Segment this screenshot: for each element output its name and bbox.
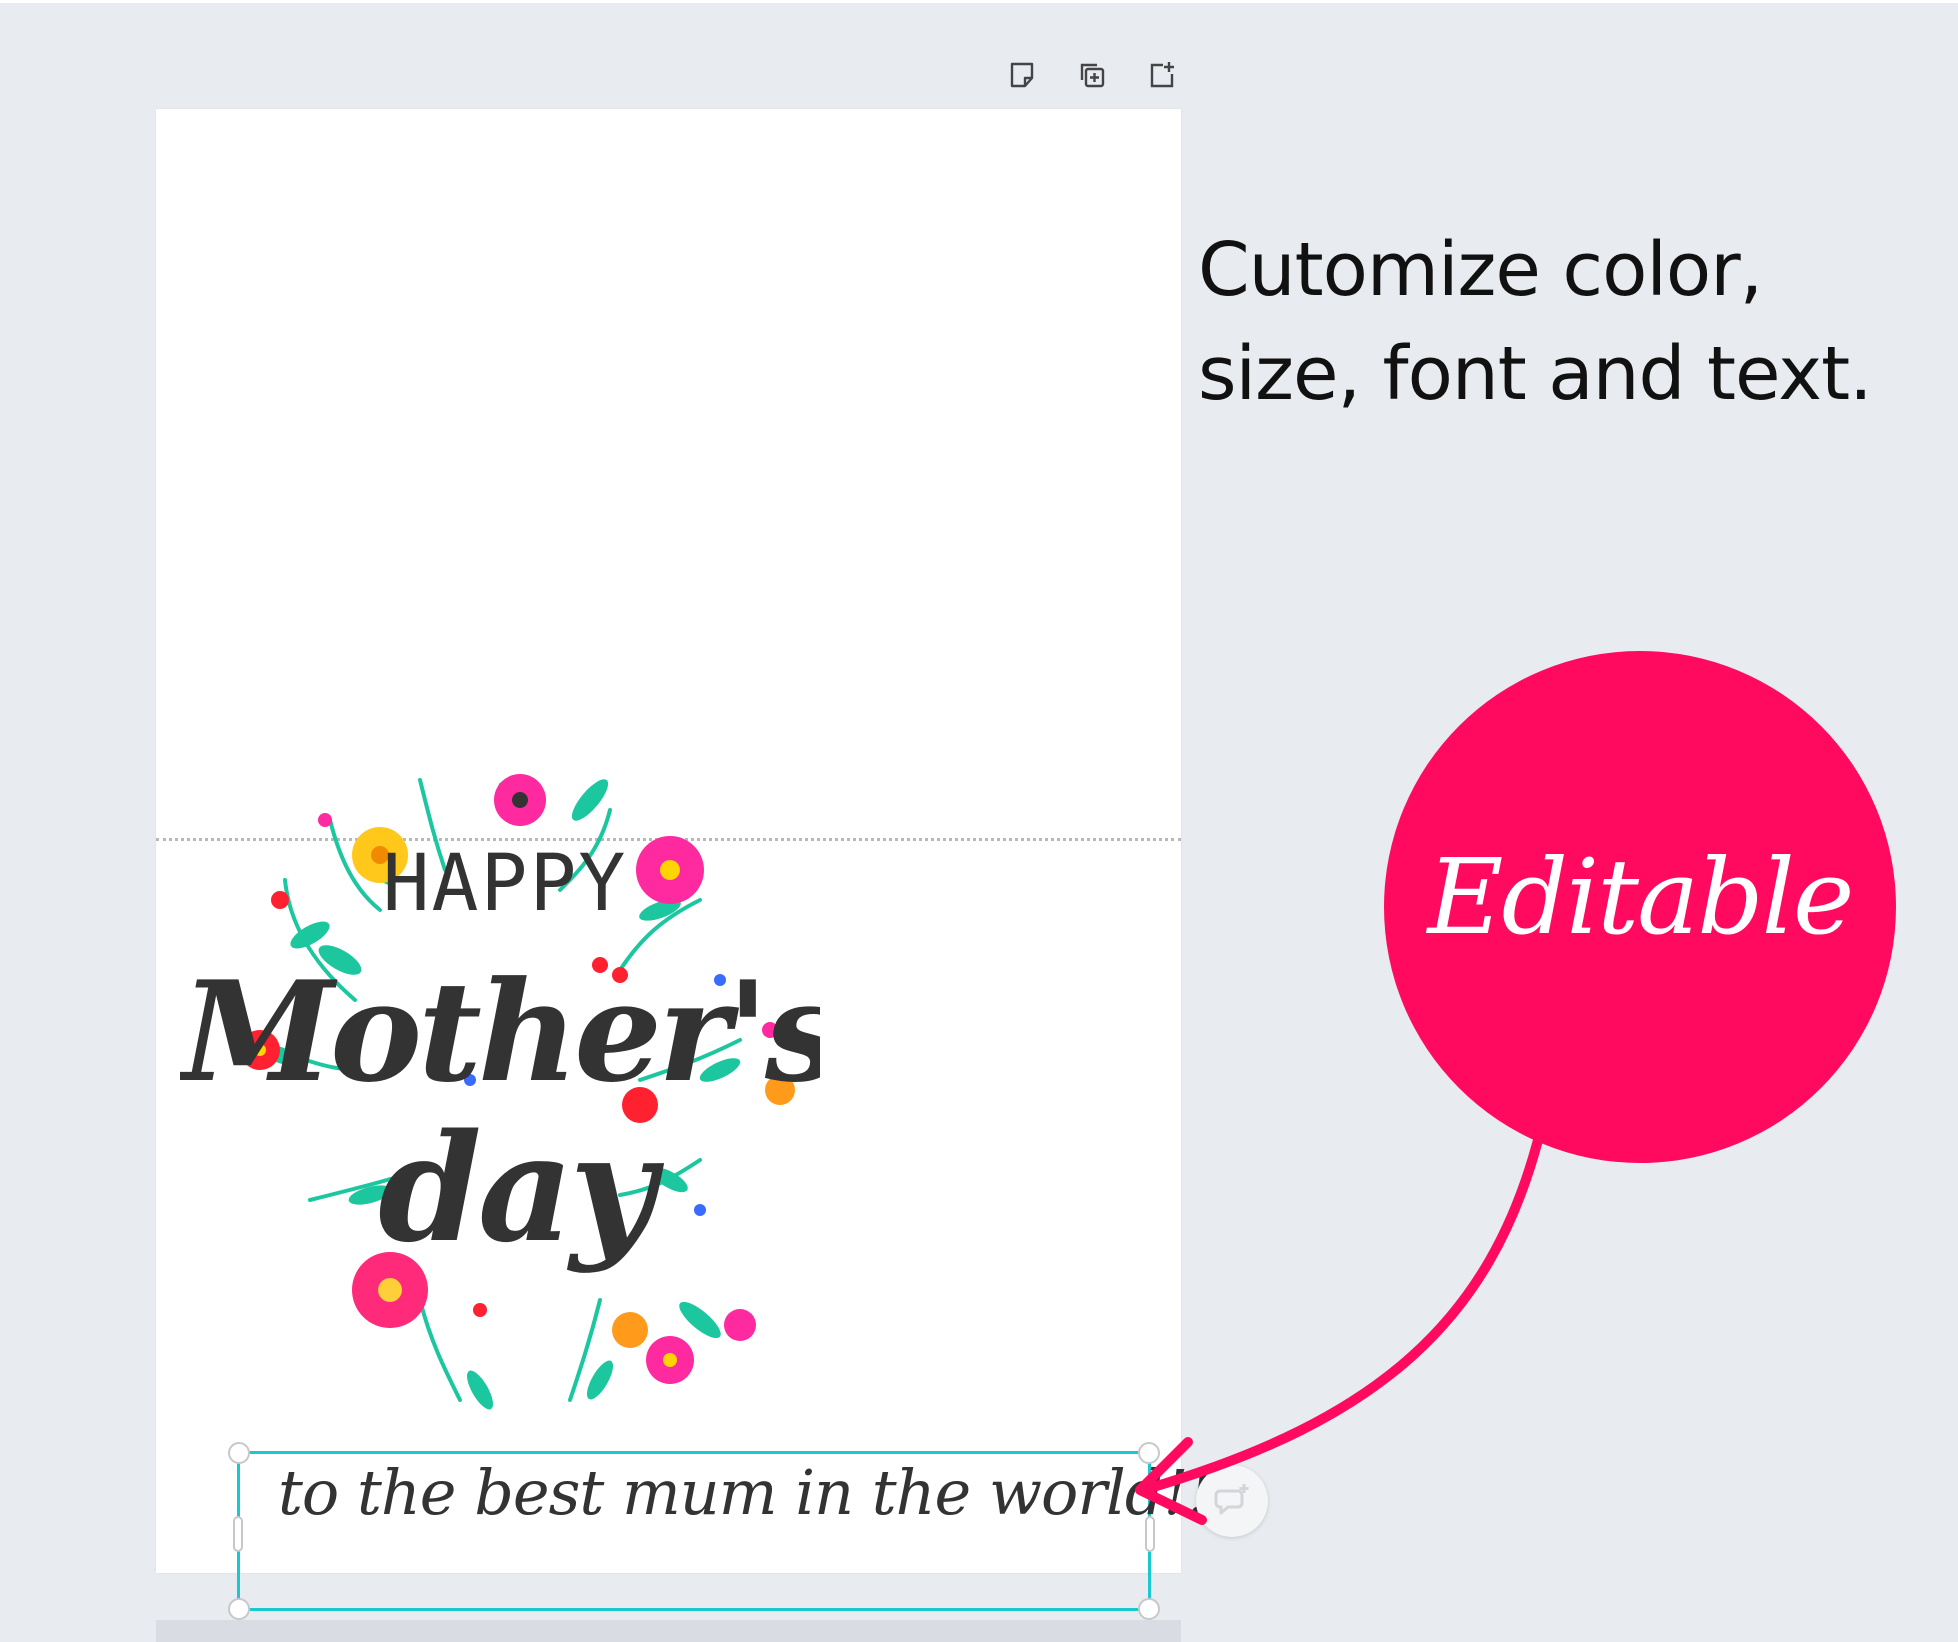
tagline-text[interactable]: to the best mum in the world!!! — [278, 1453, 1236, 1533]
instruction-text: Cutomize color, size, font and text. — [1198, 218, 1938, 426]
instruction-line-2: size, font and text. — [1198, 331, 1873, 417]
add-note-icon — [1010, 62, 1034, 88]
editable-label: Editable — [1427, 836, 1855, 958]
add-note-button[interactable] — [1000, 55, 1044, 95]
add-page-icon — [1150, 62, 1174, 88]
resize-handle-left[interactable] — [233, 1516, 243, 1552]
instruction-line-1: Cutomize color, — [1198, 227, 1763, 313]
duplicate-page-icon — [1080, 63, 1105, 88]
mothers-day-artwork[interactable]: HAPPY Mother's day — [180, 740, 820, 1460]
artwork-line-mothers: Mother's — [180, 950, 820, 1113]
resize-handle-bottom-left[interactable] — [228, 1598, 250, 1620]
page-toolbar — [1000, 55, 1184, 95]
artwork-line-day: day — [378, 1101, 664, 1275]
resize-handle-top-left[interactable] — [228, 1442, 250, 1464]
page-scroll-area[interactable] — [156, 1620, 1181, 1642]
comment-icon — [1214, 1484, 1249, 1515]
duplicate-page-button[interactable] — [1070, 55, 1114, 95]
add-comment-button[interactable] — [1196, 1465, 1268, 1537]
artwork-line-happy: HAPPY — [383, 839, 628, 929]
add-page-button[interactable] — [1140, 55, 1184, 95]
resize-handle-bottom-right[interactable] — [1138, 1598, 1160, 1620]
top-divider — [0, 0, 1958, 3]
editable-badge: Editable — [1384, 651, 1896, 1163]
